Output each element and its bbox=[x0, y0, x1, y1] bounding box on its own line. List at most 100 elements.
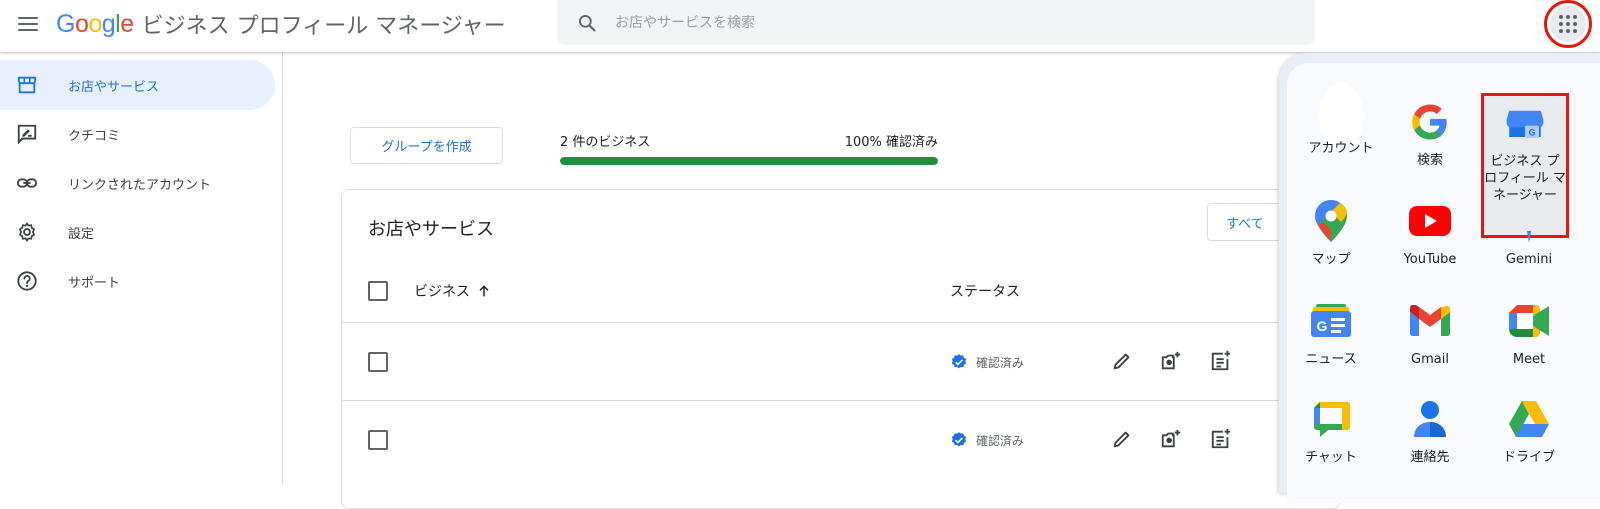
hamburger-menu-icon[interactable] bbox=[14, 10, 42, 38]
select-all-checkbox[interactable] bbox=[368, 281, 388, 301]
google-apps-button[interactable] bbox=[1544, 0, 1592, 48]
sidebar: お店やサービス クチコミ リンクされたアカウント 設定 サポート bbox=[0, 52, 283, 484]
edit-button[interactable] bbox=[1109, 348, 1135, 374]
card-title: お店やサービス bbox=[368, 219, 494, 240]
link-icon bbox=[16, 178, 38, 188]
add-photo-icon bbox=[1161, 351, 1181, 370]
pencil-icon bbox=[1113, 431, 1130, 448]
app-meet[interactable]: Meet bbox=[1479, 299, 1579, 368]
app-account[interactable]: アカウント bbox=[1291, 83, 1391, 157]
youtube-icon bbox=[1408, 199, 1452, 243]
add-post-button[interactable] bbox=[1208, 426, 1234, 452]
top-app-bar: Google ビジネス プロフィール マネージャー bbox=[0, 0, 1600, 52]
app-name: Meet bbox=[1512, 352, 1546, 367]
sidebar-item-businesses[interactable]: お店やサービス bbox=[0, 60, 275, 110]
verified-percentage: 100% 確認済み bbox=[844, 135, 938, 150]
add-photo-icon bbox=[1161, 429, 1181, 448]
app-gmail[interactable]: Gmail bbox=[1380, 299, 1480, 368]
sidebar-item-support[interactable]: サポート bbox=[0, 256, 275, 306]
chat-icon bbox=[1309, 397, 1353, 441]
app-name: ドライブ bbox=[1502, 450, 1555, 465]
add-post-button[interactable] bbox=[1208, 348, 1234, 374]
app-name: マップ bbox=[1311, 252, 1351, 267]
app-name: 連絡先 bbox=[1410, 450, 1450, 465]
app-contacts[interactable]: 連絡先 bbox=[1380, 397, 1480, 466]
google-apps-panel: アカウント 検索 G ビジネス プロフィール マネージャー マップ YouTub… bbox=[1279, 53, 1600, 503]
sort-ascending-icon bbox=[479, 285, 489, 297]
account-avatar-icon bbox=[1319, 83, 1363, 149]
app-drive[interactable]: ドライブ bbox=[1479, 397, 1579, 466]
app-gemini[interactable]: Gemini bbox=[1479, 199, 1579, 268]
status-badge: 確認済み bbox=[950, 431, 1024, 449]
pencil-icon bbox=[1113, 353, 1130, 370]
column-header-label: ビジネス bbox=[414, 284, 470, 300]
app-name: チャット bbox=[1305, 450, 1357, 465]
sidebar-item-label: クチコミ bbox=[68, 128, 121, 144]
column-header-status: ステータス bbox=[950, 284, 1020, 300]
verified-badge-icon bbox=[951, 432, 967, 447]
status-badge: 確認済み bbox=[950, 353, 1024, 371]
gemini-icon bbox=[1507, 199, 1551, 243]
sidebar-item-reviews[interactable]: クチコミ bbox=[0, 109, 275, 159]
add-photo-button[interactable] bbox=[1158, 348, 1184, 374]
row-divider bbox=[342, 322, 1342, 323]
main-content: グループを作成 2 件のビジネス 100% 確認済み お店やサービス すべて ビ… bbox=[283, 52, 1342, 509]
search-input[interactable] bbox=[615, 14, 1215, 31]
app-name: アカウント bbox=[1308, 141, 1374, 156]
app-name: Gemini bbox=[1505, 252, 1553, 267]
sidebar-item-label: お店やサービス bbox=[68, 79, 160, 95]
add-post-icon bbox=[1211, 428, 1231, 449]
sidebar-item-label: 設定 bbox=[68, 226, 95, 242]
gear-icon bbox=[19, 222, 35, 242]
google-g-icon bbox=[1408, 100, 1452, 144]
maps-pin-icon bbox=[1309, 199, 1353, 243]
sidebar-item-label: サポート bbox=[68, 275, 121, 291]
row-checkbox[interactable] bbox=[368, 430, 388, 450]
businesses-card: お店やサービス すべて ビジネス ステータス 確認済み 確認済み bbox=[341, 189, 1342, 509]
verified-badge-icon bbox=[951, 354, 967, 369]
contacts-icon bbox=[1408, 397, 1452, 441]
app-chat[interactable]: チャット bbox=[1281, 397, 1381, 466]
svg-text:G: G bbox=[1317, 318, 1328, 334]
status-label: 確認済み bbox=[976, 355, 1025, 370]
search-icon bbox=[579, 14, 596, 31]
news-icon: G bbox=[1309, 299, 1353, 343]
google-wordmark: Google bbox=[56, 9, 134, 38]
search-bar[interactable] bbox=[557, 0, 1315, 45]
app-title: ビジネス プロフィール マネージャー bbox=[141, 14, 506, 39]
edit-button[interactable] bbox=[1109, 426, 1135, 452]
meet-icon bbox=[1507, 299, 1551, 343]
progress-fill bbox=[560, 157, 938, 165]
app-name: Gmail bbox=[1411, 352, 1449, 367]
sidebar-item-label: リンクされたアカウント bbox=[68, 177, 212, 193]
row-divider bbox=[342, 400, 1342, 401]
column-header-business[interactable]: ビジネス bbox=[414, 281, 492, 301]
status-label: 確認済み bbox=[976, 433, 1025, 448]
verification-progress: 2 件のビジネス 100% 確認済み bbox=[560, 131, 938, 165]
app-maps[interactable]: マップ bbox=[1281, 199, 1381, 268]
app-name: ビジネス プロフィール マネージャー bbox=[1484, 154, 1566, 203]
app-logo[interactable]: Google ビジネス プロフィール マネージャー bbox=[56, 6, 506, 42]
review-icon bbox=[17, 124, 37, 145]
gmail-icon bbox=[1408, 299, 1452, 343]
business-count: 2 件のビジネス bbox=[560, 135, 651, 150]
apps-panel-content: アカウント 検索 G ビジネス プロフィール マネージャー マップ YouTub… bbox=[1287, 63, 1600, 503]
add-photo-button[interactable] bbox=[1158, 426, 1184, 452]
app-name: ニュース bbox=[1305, 352, 1357, 367]
row-checkbox[interactable] bbox=[368, 352, 388, 372]
progress-track bbox=[560, 157, 938, 165]
apps-grid-icon bbox=[1550, 6, 1586, 42]
svg-text:G: G bbox=[1529, 127, 1536, 137]
app-youtube[interactable]: YouTube bbox=[1380, 199, 1480, 268]
sidebar-item-settings[interactable]: 設定 bbox=[0, 207, 275, 257]
app-name: YouTube bbox=[1403, 252, 1457, 267]
app-search[interactable]: 検索 bbox=[1380, 100, 1480, 169]
help-icon bbox=[17, 271, 37, 291]
storefront-icon bbox=[17, 76, 37, 94]
app-news[interactable]: G ニュース bbox=[1281, 299, 1381, 368]
create-group-button[interactable]: グループを作成 bbox=[350, 127, 503, 164]
sidebar-item-linked-accounts[interactable]: リンクされたアカウント bbox=[0, 158, 275, 208]
drive-icon bbox=[1507, 397, 1551, 441]
business-profile-icon: G bbox=[1503, 101, 1547, 145]
add-post-icon bbox=[1211, 350, 1231, 371]
